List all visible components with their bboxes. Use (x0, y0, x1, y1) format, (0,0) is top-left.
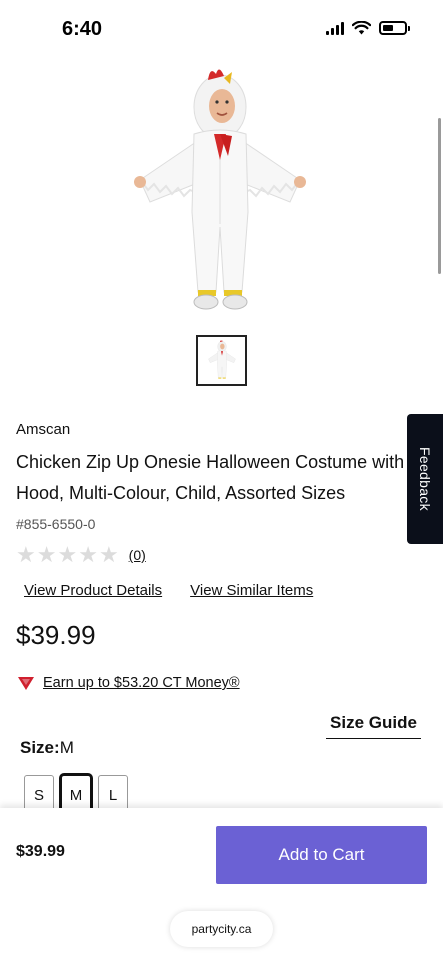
canadian-tire-triangle-icon (18, 676, 34, 690)
ct-money-link[interactable]: Earn up to $53.20 CT Money® (43, 675, 240, 691)
product-title: Chicken Zip Up Onesie Halloween Costume … (16, 452, 405, 503)
product-rating[interactable]: ★ ★ ★ ★ ★ (0) (16, 542, 146, 567)
star-icon: ★ (98, 542, 119, 567)
star-icon: ★ (16, 542, 36, 567)
cellular-signal-icon (326, 21, 344, 35)
rating-stars: ★ ★ ★ ★ ★ (16, 542, 119, 567)
product-image[interactable] (120, 62, 320, 322)
status-bar: 6:40 (0, 0, 443, 60)
battery-icon (379, 21, 410, 35)
ct-money-promo[interactable]: Earn up to $53.20 CT Money® (18, 675, 240, 691)
url-domain-pill[interactable]: partycity.ca (170, 911, 273, 947)
feedback-label: Feedback (417, 447, 433, 511)
status-time: 6:40 (62, 18, 103, 40)
size-label: Size:M (20, 738, 74, 758)
star-icon: ★ (78, 542, 98, 567)
product-price: $39.99 (16, 620, 96, 650)
product-links: View Product Details View Similar Items (24, 582, 313, 599)
view-product-details-link[interactable]: View Product Details (24, 582, 162, 599)
cart-bar-price: $39.99 (16, 843, 65, 860)
scroll-indicator[interactable] (438, 118, 441, 274)
product-brand[interactable]: Amscan (16, 421, 70, 438)
thumbnail-image (207, 339, 236, 379)
sticky-cart-bar: $39.99 Add to Cart partycity.ca (0, 808, 443, 960)
star-icon: ★ (57, 542, 78, 567)
size-guide-link[interactable]: Size Guide (326, 713, 421, 739)
status-icons (326, 21, 410, 35)
selected-size: M (59, 738, 74, 757)
star-icon: ★ (36, 542, 57, 567)
view-similar-items-link[interactable]: View Similar Items (190, 582, 313, 599)
review-count-link[interactable]: (0) (129, 547, 146, 563)
add-to-cart-button[interactable]: Add to Cart (216, 826, 427, 884)
wifi-icon (352, 21, 371, 35)
product-sku: #855-6550-0 (16, 516, 96, 532)
product-thumbnail[interactable] (196, 335, 247, 386)
feedback-tab[interactable]: Feedback (407, 414, 443, 544)
size-label-text: Size: (20, 738, 60, 757)
